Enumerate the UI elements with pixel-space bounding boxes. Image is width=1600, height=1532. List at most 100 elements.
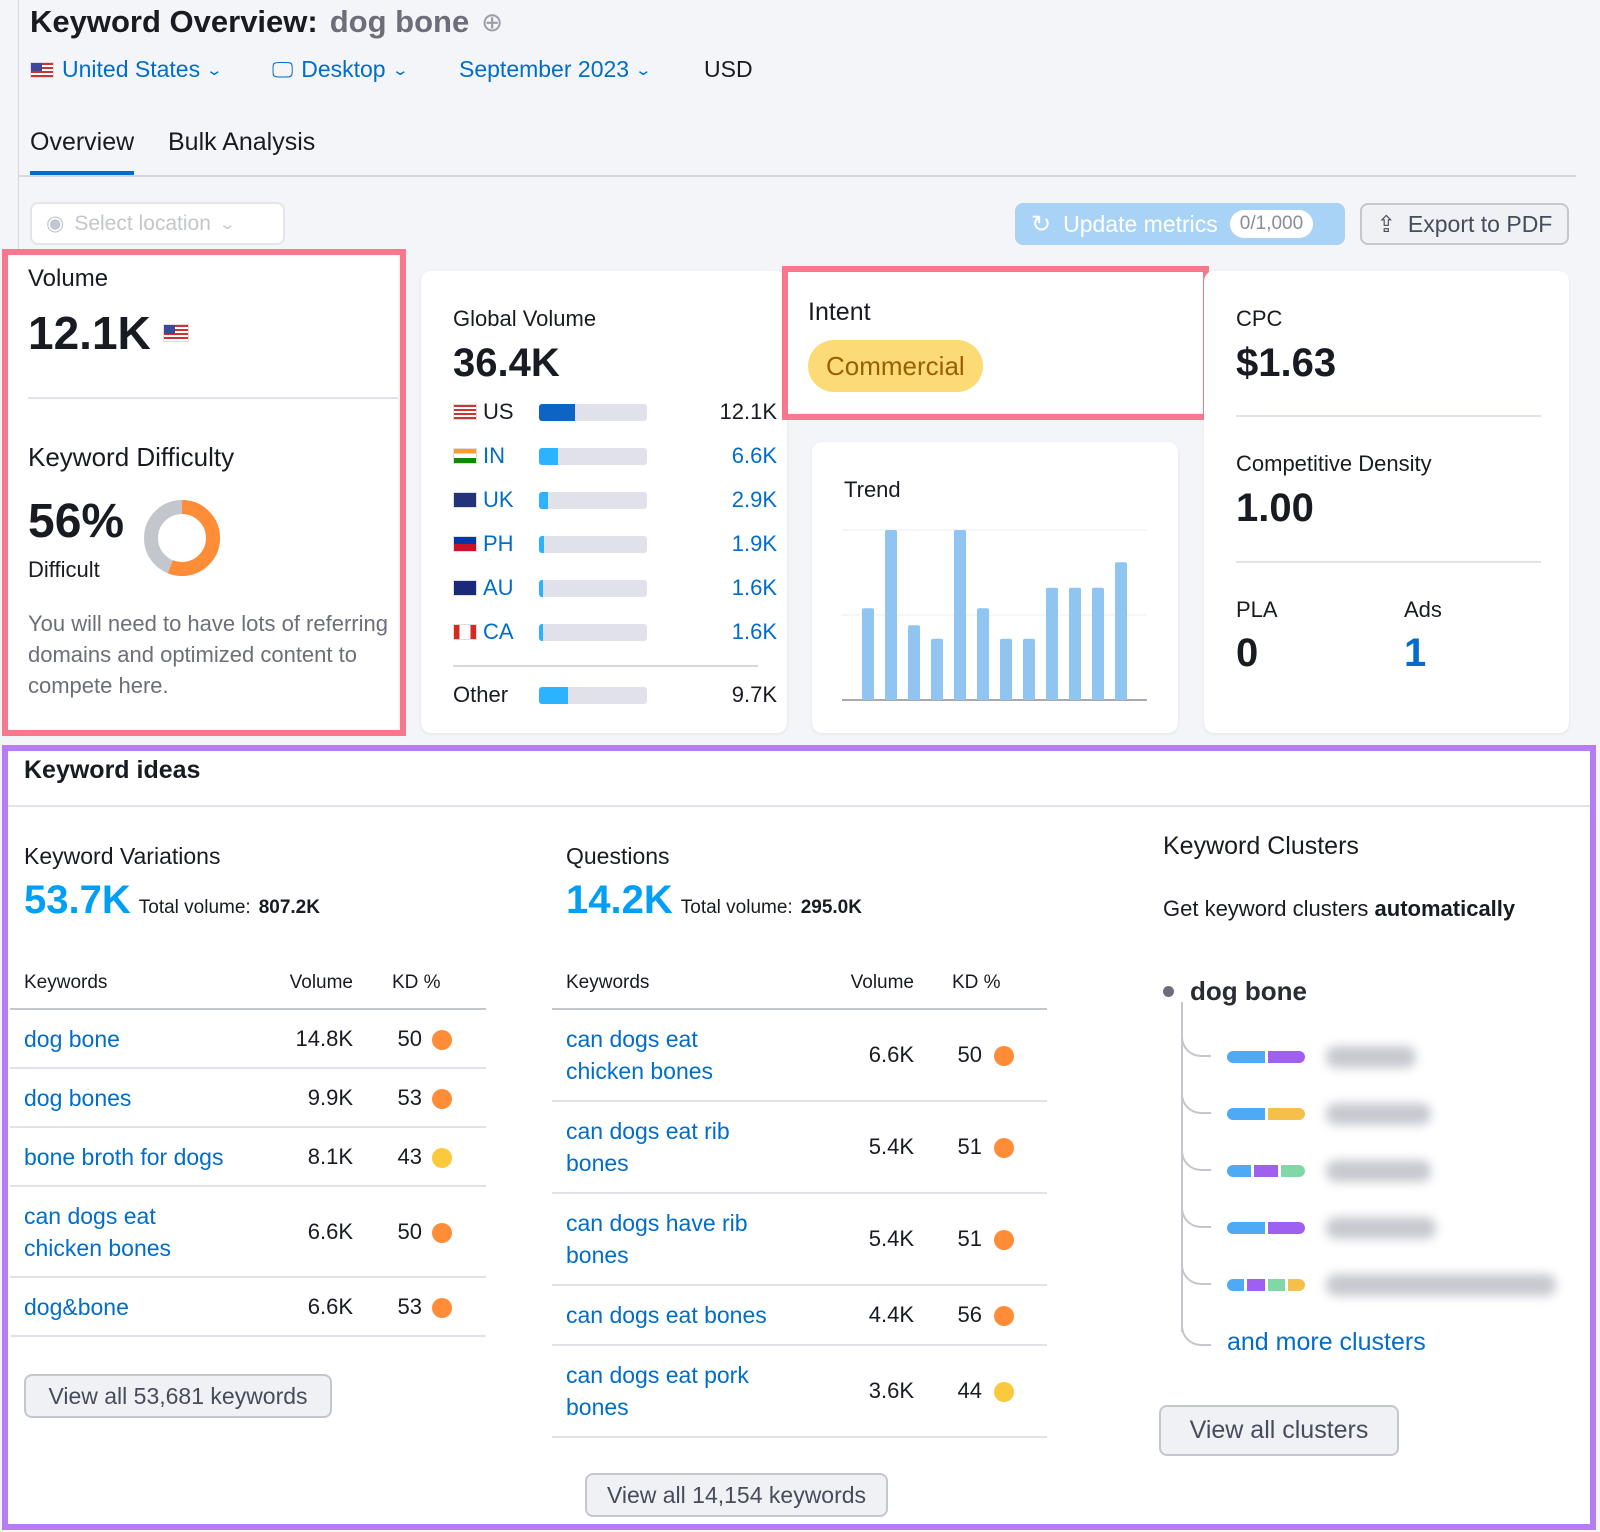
select-location-dropdown[interactable]: ◉ Select location ⌄: [30, 202, 285, 245]
questions-count[interactable]: 14.2K: [566, 878, 673, 923]
share-bar: [539, 404, 647, 421]
trend-bar[interactable]: [1115, 562, 1127, 700]
country-code: AU: [483, 575, 514, 600]
kd-description: You will need to have lots of referring …: [28, 611, 388, 698]
header-kd[interactable]: KD %: [392, 972, 441, 994]
intent-segment: [1247, 1279, 1265, 1291]
keyword-link[interactable]: dog bones: [24, 1082, 131, 1114]
trend-bar[interactable]: [1046, 587, 1058, 700]
header-kd[interactable]: KD %: [952, 972, 1001, 994]
keyword-link[interactable]: can dogs eat pork bones: [566, 1359, 749, 1423]
country-label: United States: [62, 56, 201, 82]
trend-bar[interactable]: [1092, 587, 1104, 700]
global-row-ca[interactable]: CA 1.6K: [453, 617, 777, 647]
kd-indicator-dot: [432, 1147, 452, 1168]
and-more-clusters-link[interactable]: and more clusters: [1227, 1328, 1426, 1357]
date-dropdown[interactable]: September 2023 ⌄: [459, 56, 652, 83]
uk-flag-icon: [453, 492, 477, 508]
refresh-icon: ↻: [1031, 210, 1052, 238]
global-row-in[interactable]: IN 6.6K: [453, 441, 777, 471]
ca-flag-icon: [453, 624, 477, 640]
us-flag-icon: [162, 324, 189, 342]
global-row-us: US 12.1K: [453, 397, 777, 427]
update-metrics-button[interactable]: ↻ Update metrics 0/1,000: [1015, 203, 1345, 245]
kd-indicator-dot: [432, 1222, 452, 1243]
trend-bar[interactable]: [862, 608, 874, 700]
trend-bar[interactable]: [977, 608, 989, 700]
plus-circle-icon[interactable]: ⊕: [481, 7, 503, 38]
device-dropdown[interactable]: 🖵 Desktop ⌄: [272, 56, 409, 83]
country-dropdown[interactable]: United States ⌄: [30, 56, 223, 83]
volume-value: 6.6K: [307, 1293, 353, 1319]
trend-bar[interactable]: [1069, 587, 1081, 700]
tab-overview[interactable]: Overview: [30, 128, 135, 175]
keyword-link[interactable]: dog&bone: [24, 1291, 129, 1323]
kd-value: 50: [397, 1218, 422, 1244]
volume-value: 5.4K: [868, 1134, 914, 1159]
share-bar: [539, 536, 647, 553]
keyword-link[interactable]: can dogs eat rib bones: [566, 1115, 730, 1179]
keyword-link[interactable]: dog bone: [24, 1023, 120, 1055]
clusters-subtitle-bold: automatically: [1374, 896, 1516, 921]
total-label: Total volume:: [138, 897, 251, 918]
country-code: UK: [483, 487, 514, 512]
keyword-link[interactable]: can dogs have rib bones: [566, 1207, 748, 1271]
trend-bar[interactable]: [931, 638, 943, 700]
export-pdf-button[interactable]: ⇪ Export to PDF: [1360, 203, 1569, 245]
trend-bar[interactable]: [908, 625, 920, 700]
other-bar: [539, 687, 647, 704]
global-row-uk[interactable]: UK 2.9K: [453, 485, 777, 515]
share-bar: [539, 448, 647, 465]
trend-bar[interactable]: [885, 530, 897, 700]
trend-bar[interactable]: [1023, 638, 1035, 700]
share-bar: [539, 580, 647, 597]
keyword-link[interactable]: can dogs eat chicken bones: [24, 1200, 171, 1264]
questions-label: Questions: [566, 843, 670, 869]
keyword-ideas-title: Keyword ideas: [24, 756, 201, 784]
keyword-link[interactable]: bone broth for dogs: [24, 1141, 223, 1173]
keyword-link[interactable]: can dogs eat bones: [566, 1299, 767, 1331]
keyword-line: dog&bone: [24, 1293, 129, 1320]
global-row-ph[interactable]: PH 1.9K: [453, 529, 777, 559]
in-flag-icon: [453, 448, 477, 464]
header-volume[interactable]: Volume: [278, 972, 353, 994]
ads-value[interactable]: 1: [1404, 631, 1426, 676]
volume-value: 9.9K: [307, 1084, 353, 1110]
header-volume[interactable]: Volume: [839, 972, 914, 994]
ideas-divider: [8, 805, 1590, 807]
clusters-subtitle: Get keyword clusters automatically: [1163, 896, 1515, 922]
view-all-questions-button[interactable]: View all 14,154 keywords: [585, 1473, 888, 1517]
trend-bar[interactable]: [1000, 638, 1012, 700]
kd-value: 53: [397, 1084, 422, 1110]
cluster-tree-line: [1181, 1002, 1183, 1332]
cluster-intent-bar: [1227, 1165, 1305, 1177]
keyword-line: dog bone: [24, 1025, 120, 1052]
cluster-intent-bar: [1227, 1108, 1305, 1120]
questions-summary: 14.2K Total volume: 295.0K: [566, 878, 862, 923]
total-value: 807.2K: [258, 897, 320, 918]
keyword-line: chicken bones: [566, 1058, 714, 1084]
trend-chart: [842, 529, 1147, 701]
kd-indicator-dot: [994, 1230, 1014, 1250]
country-code: US: [483, 399, 514, 424]
variations-count[interactable]: 53.7K: [24, 878, 131, 923]
tab-bulk-analysis[interactable]: Bulk Analysis: [168, 128, 315, 157]
cluster-root: dog bone: [1190, 976, 1307, 1006]
clusters-title: Keyword Clusters: [1163, 832, 1359, 860]
global-row-au[interactable]: AU 1.6K: [453, 573, 777, 603]
keyword-link[interactable]: can dogs eat chicken bones: [566, 1023, 713, 1087]
chevron-down-icon: ⌄: [218, 215, 237, 233]
volume-value: 6.6K: [868, 1042, 914, 1067]
kd-donut: [144, 500, 220, 576]
volume-value: 14.8K: [295, 1025, 354, 1051]
update-count-badge: 0/1,000: [1229, 210, 1314, 238]
kd-indicator-dot: [994, 1306, 1014, 1326]
trend-bar[interactable]: [954, 530, 966, 700]
location-placeholder: Select location: [74, 211, 211, 235]
intent-badge: Commercial: [808, 340, 983, 392]
view-all-clusters-button[interactable]: View all clusters: [1159, 1405, 1399, 1456]
intent-label: Intent: [808, 298, 871, 326]
variations-label: Keyword Variations: [24, 843, 221, 869]
view-all-variations-button[interactable]: View all 53,681 keywords: [24, 1374, 332, 1418]
keyword-line: can dogs eat: [24, 1202, 156, 1229]
